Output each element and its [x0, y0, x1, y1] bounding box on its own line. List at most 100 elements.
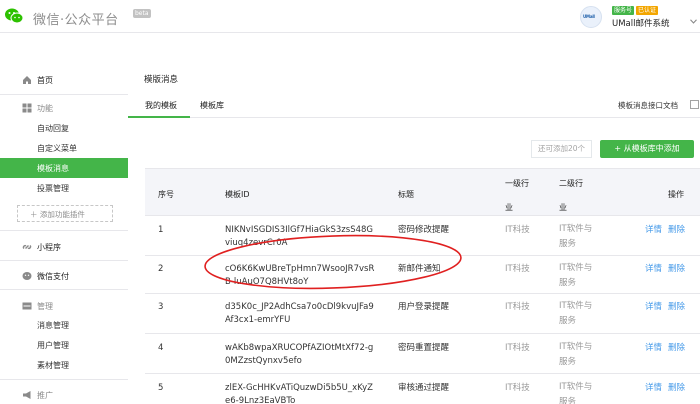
- template-title: 密码重置提醒: [398, 343, 450, 353]
- tab-my-templates[interactable]: 我的模板: [145, 100, 177, 111]
- delete-link[interactable]: 删除: [668, 302, 685, 312]
- industry-1: IT科技: [505, 383, 530, 393]
- template-title: 审核通过提醒: [398, 383, 450, 393]
- sidebar-item-label: 微信支付: [37, 272, 69, 281]
- sidebar-group-promotion: 推广: [0, 386, 128, 404]
- header-template-id: 模板ID: [225, 190, 250, 199]
- table-row: 4 wAKb8wpaXRUCOPfAZIOtMtXf72-g0MZzstQynx…: [145, 334, 700, 374]
- service-account-badge: 服务号: [612, 6, 635, 15]
- industry-1: IT科技: [505, 264, 530, 274]
- sidebar-item-label: 首页: [37, 76, 53, 85]
- sidebar-item-vote-management[interactable]: 投票管理: [0, 178, 128, 198]
- row-index: 3: [158, 302, 164, 312]
- sidebar-group-management: 管理: [0, 297, 128, 315]
- sidebar-item-message-management[interactable]: 消息管理: [0, 315, 128, 335]
- tab-template-library[interactable]: 模板库: [200, 100, 224, 111]
- divider: [0, 94, 128, 95]
- header-index: 序号: [158, 190, 174, 199]
- account-name[interactable]: UMall邮件系统: [612, 17, 670, 29]
- add-from-library-label: 从模板库中添加: [623, 144, 680, 153]
- industry-2: IT软件与服务: [559, 301, 593, 326]
- sidebar-group-label: 管理: [37, 302, 53, 311]
- industry-2: IT软件与服务: [559, 224, 593, 249]
- row-actions: 详情 删除: [645, 382, 691, 395]
- row-index: 2: [158, 264, 164, 274]
- industry-2: IT软件与服务: [559, 263, 593, 288]
- header-industry-1-cont: 业: [505, 203, 513, 212]
- sidebar: 首页 功能 自动回复 自定义菜单 模板消息 投票管理 ＋ 添加功能插件 小程序: [0, 60, 128, 404]
- row-actions: 详情 删除: [645, 301, 691, 314]
- detail-link[interactable]: 详情: [645, 264, 662, 274]
- sidebar-item-auto-reply[interactable]: 自动回复: [0, 118, 128, 138]
- add-from-library-button[interactable]: + 从模板库中添加: [600, 140, 694, 158]
- api-doc-checkbox[interactable]: [690, 100, 699, 109]
- sidebar-item-wechat-pay[interactable]: 微信支付: [0, 267, 128, 285]
- sidebar-item-label: 模板消息: [37, 164, 69, 173]
- template-id: zlEX-GcHHKvATiQuzwDi5b5U_xKyZe6-9Lnz3EaV…: [225, 383, 373, 404]
- add-plugin-text: 添加功能插件: [39, 210, 85, 219]
- wechat-logo-icon[interactable]: [4, 6, 24, 26]
- sidebar-group-label: 推广: [37, 391, 53, 400]
- sidebar-item-label: 消息管理: [37, 321, 69, 330]
- sidebar-item-label: 投票管理: [37, 184, 69, 193]
- wechat-pay-icon: [22, 272, 32, 280]
- row-actions: 详情 删除: [645, 342, 691, 355]
- sidebar-item-asset-management[interactable]: 素材管理: [0, 355, 128, 375]
- delete-link[interactable]: 删除: [668, 264, 685, 274]
- sidebar-group-label: 功能: [37, 104, 53, 113]
- delete-link[interactable]: 删除: [668, 225, 685, 235]
- avatar-text: UMall: [583, 14, 595, 19]
- sidebar-group-function: 功能: [0, 99, 128, 117]
- industry-2: IT软件与服务: [559, 342, 593, 367]
- divider: [0, 379, 128, 380]
- sidebar-item-mini-program[interactable]: 小程序: [0, 238, 128, 256]
- top-bar: 微信·公众平台 beta UMall 服务号 已认证 UMall邮件系统: [0, 0, 700, 33]
- industry-1: IT科技: [505, 225, 530, 235]
- header-industry-2: 二级行: [559, 179, 583, 188]
- row-index: 4: [158, 343, 164, 353]
- delete-link[interactable]: 删除: [668, 383, 685, 393]
- template-id: wAKb8wpaXRUCOPfAZIOtMtXf72-g0MZzstQynxv5…: [225, 343, 374, 366]
- remaining-quota-button: 还可添加20个: [531, 140, 592, 158]
- sidebar-item-home[interactable]: 首页: [0, 71, 128, 89]
- delete-link[interactable]: 删除: [668, 343, 685, 353]
- sidebar-item-label: 自动回复: [37, 124, 69, 133]
- template-title: 用户登录提醒: [398, 302, 450, 312]
- page-title: 模版消息: [144, 75, 179, 85]
- home-icon: [23, 76, 31, 84]
- tab-bar: 我的模板 模板库: [128, 96, 700, 118]
- header-industry-1: 一级行: [505, 179, 529, 188]
- detail-link[interactable]: 详情: [645, 225, 662, 235]
- industry-2: IT软件与服务: [559, 382, 593, 404]
- industry-1: IT科技: [505, 343, 530, 353]
- folder-icon: [22, 302, 32, 310]
- sidebar-item-label: 自定义菜单: [37, 144, 77, 153]
- template-id: d35K0c_JP2AdhCsa7o0cDl9kvuJFa9Af3cx1-emr…: [225, 302, 374, 325]
- header-operations: 操作: [668, 190, 684, 199]
- detail-link[interactable]: 详情: [645, 383, 662, 393]
- detail-link[interactable]: 详情: [645, 343, 662, 353]
- header-industry-2-cont: 业: [559, 203, 567, 212]
- chevron-down-icon[interactable]: [690, 19, 697, 24]
- sidebar-item-template-message[interactable]: 模板消息: [0, 158, 128, 178]
- account-avatar[interactable]: UMall: [580, 6, 602, 28]
- table-row: 5 zlEX-GcHHKvATiQuzwDi5b5U_xKyZe6-9Lnz3E…: [145, 374, 700, 404]
- table-header: 序号 模板ID 标题 一级行 业 二级行 业 操作: [145, 168, 700, 216]
- row-index: 5: [158, 383, 164, 393]
- table-row: 3 d35K0c_JP2AdhCsa7o0cDl9kvuJFa9Af3cx1-e…: [145, 294, 700, 334]
- annotation-circle: [204, 234, 462, 290]
- header-title: 标题: [398, 190, 414, 199]
- sidebar-item-user-management[interactable]: 用户管理: [0, 335, 128, 355]
- row-index: 1: [158, 225, 164, 235]
- sidebar-item-label: 用户管理: [37, 341, 69, 350]
- beta-badge: beta: [133, 9, 151, 18]
- industry-1: IT科技: [505, 302, 530, 312]
- api-doc-link[interactable]: 模板消息接口文档: [618, 100, 678, 111]
- sidebar-item-custom-menu[interactable]: 自定义菜单: [0, 138, 128, 158]
- detail-link[interactable]: 详情: [645, 302, 662, 312]
- row-actions: 详情 删除: [645, 224, 691, 237]
- brand-title[interactable]: 微信·公众平台: [33, 9, 119, 28]
- add-plugin-button[interactable]: ＋ 添加功能插件: [17, 205, 113, 222]
- divider: [0, 289, 128, 290]
- add-plugin-label: ＋ 添加功能插件: [30, 209, 85, 220]
